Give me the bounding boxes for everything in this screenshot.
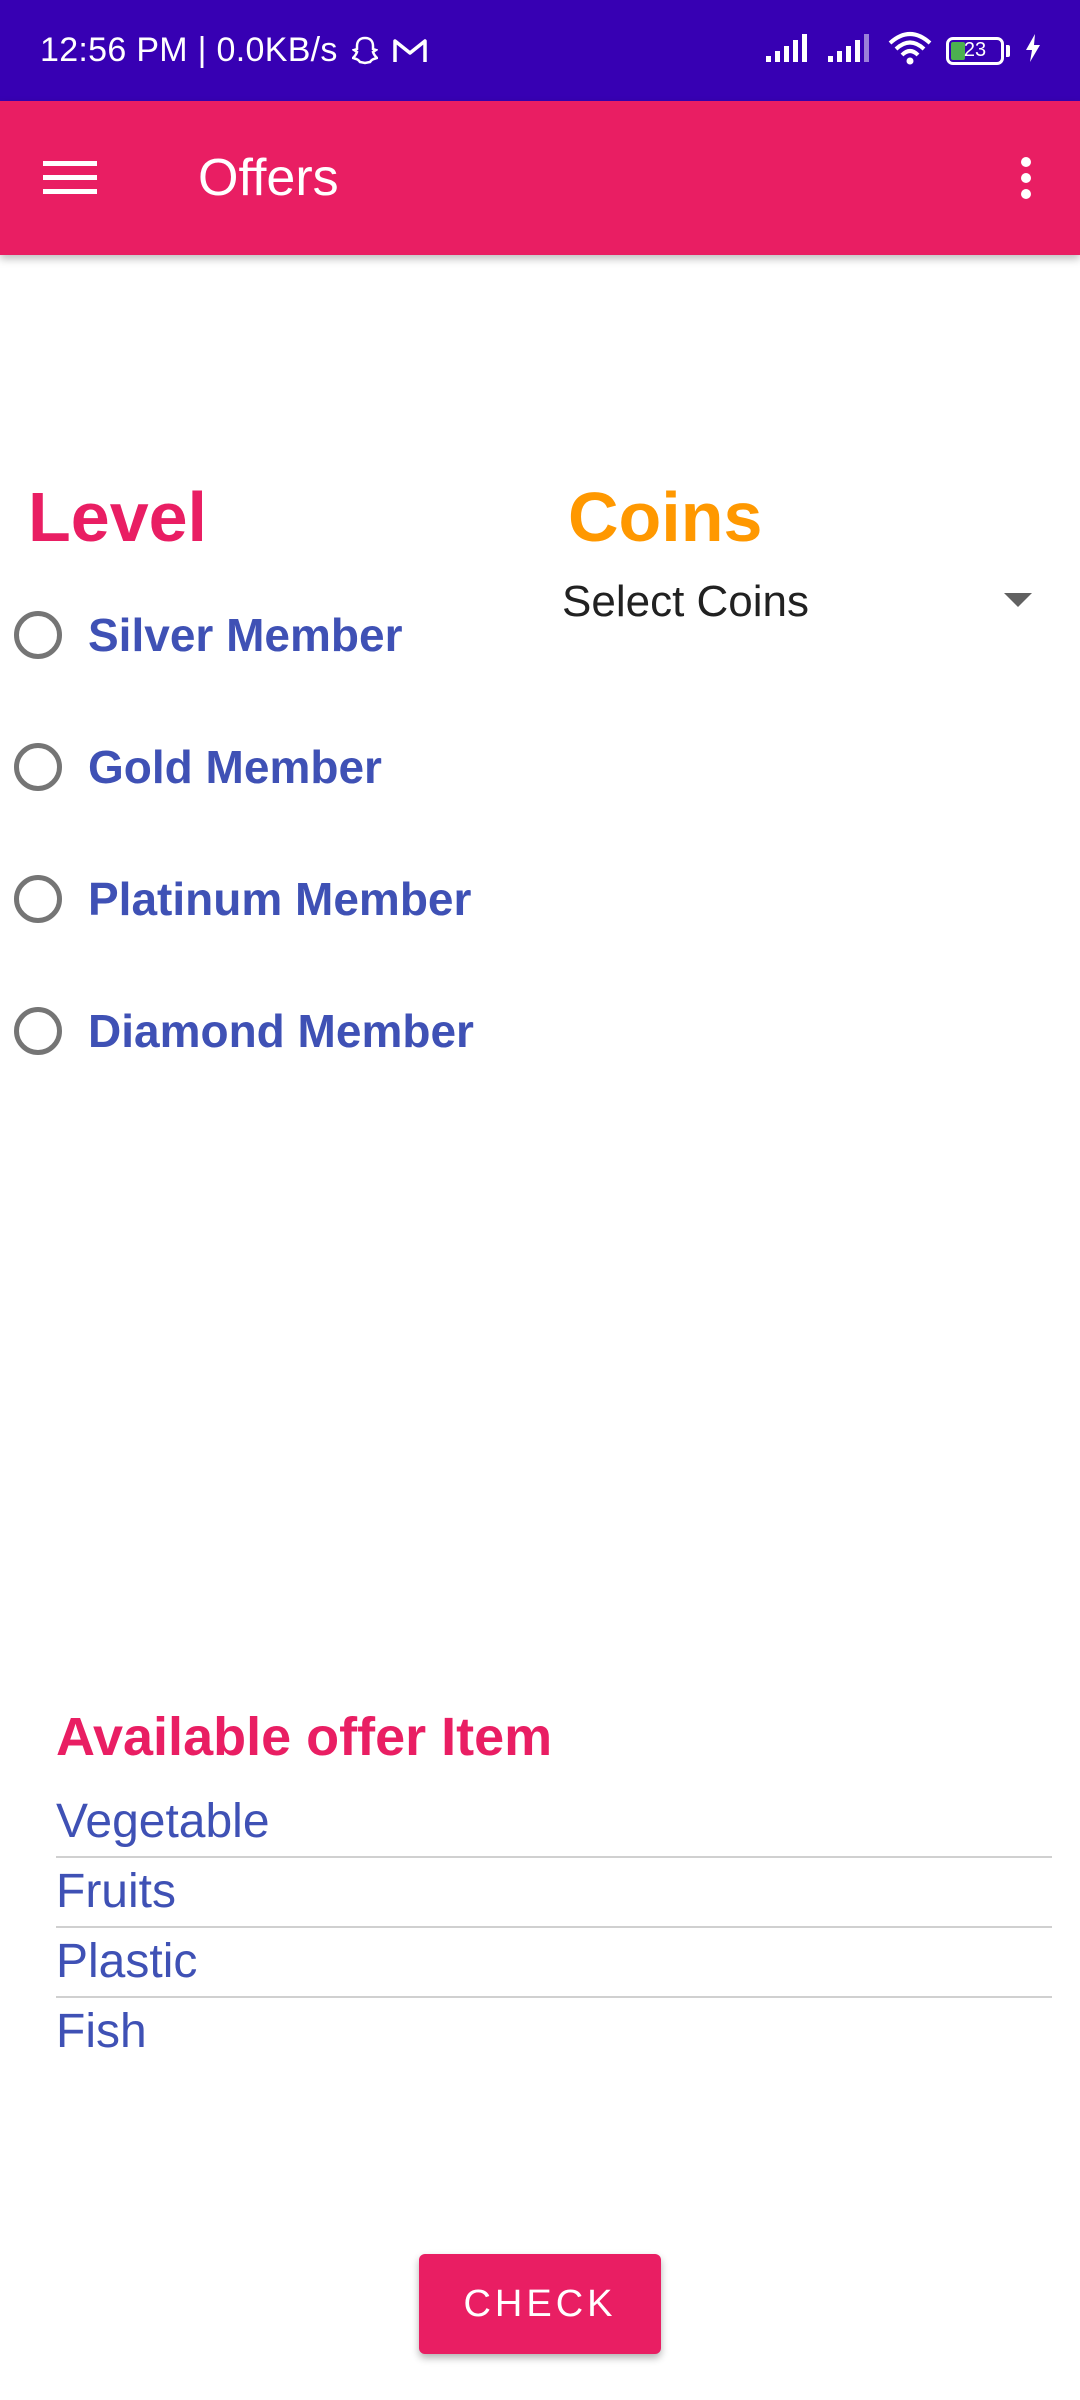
list-item: Fish bbox=[56, 2005, 147, 2058]
list-item: Fruits bbox=[56, 1858, 1052, 1928]
coins-title: Coins bbox=[568, 478, 763, 556]
check-button[interactable]: CHECK bbox=[419, 2254, 661, 2354]
battery-cap bbox=[1006, 44, 1010, 57]
offer-list: Vegetable Fruits Plastic Fish bbox=[56, 1788, 1052, 2066]
radio-platinum-member[interactable]: Platinum Member bbox=[14, 859, 471, 939]
status-time-speed: 12:56 PM | 0.0KB/s bbox=[40, 31, 338, 69]
gmail-icon bbox=[392, 37, 428, 65]
radio-diamond-member[interactable]: Diamond Member bbox=[14, 991, 474, 1071]
status-bar: 12:56 PM | 0.0KB/s 23 bbox=[0, 0, 1080, 101]
level-title: Level bbox=[28, 478, 207, 556]
radio-label: Silver Member bbox=[88, 609, 403, 661]
charging-icon bbox=[1024, 33, 1042, 68]
list-item: Plastic bbox=[56, 1928, 1052, 1998]
radio-label: Gold Member bbox=[88, 741, 382, 793]
signal-icon bbox=[826, 32, 874, 69]
radio-label: Diamond Member bbox=[88, 1005, 474, 1057]
more-vert-icon bbox=[1021, 157, 1031, 199]
page-title: Offers bbox=[198, 149, 339, 207]
radio-gold-member[interactable]: Gold Member bbox=[14, 727, 382, 807]
radio-circle[interactable] bbox=[14, 611, 62, 659]
status-right: 23 bbox=[764, 0, 1042, 101]
radio-label: Platinum Member bbox=[88, 873, 472, 925]
battery-icon: 23 bbox=[946, 36, 1004, 65]
radio-silver-member[interactable]: Silver Member bbox=[14, 595, 402, 675]
coins-select-value: Select Coins bbox=[562, 577, 810, 626]
overflow-menu-button[interactable] bbox=[986, 138, 1066, 218]
dropdown-arrow-icon bbox=[1004, 593, 1032, 607]
wifi-icon bbox=[888, 31, 932, 70]
radio-circle[interactable] bbox=[14, 1007, 62, 1055]
radio-circle[interactable] bbox=[14, 875, 62, 923]
status-left: 12:56 PM | 0.0KB/s bbox=[40, 0, 428, 101]
hamburger-menu-icon bbox=[43, 161, 97, 194]
radio-circle[interactable] bbox=[14, 743, 62, 791]
menu-button[interactable] bbox=[30, 138, 110, 218]
signal-icon bbox=[764, 32, 812, 69]
app-bar: Offers bbox=[0, 101, 1080, 255]
offer-section-title: Available offer Item bbox=[56, 1707, 553, 1767]
battery-level: 23 bbox=[963, 39, 987, 61]
coins-select[interactable]: Select Coins bbox=[562, 565, 1042, 639]
snapchat-icon bbox=[351, 36, 378, 66]
list-item: Vegetable bbox=[56, 1788, 1052, 1858]
